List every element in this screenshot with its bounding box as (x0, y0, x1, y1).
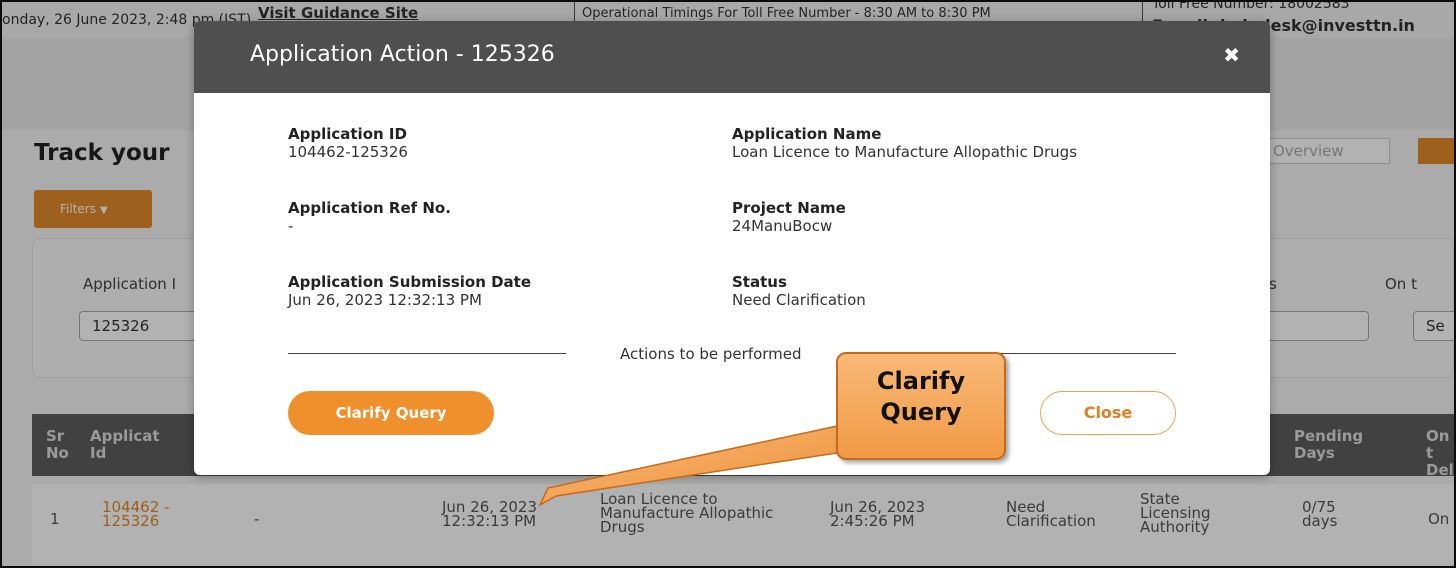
field-application-id: Application ID 104462-125326 (288, 125, 408, 162)
callout-box: Clarify Query (836, 352, 1006, 460)
field-label: Project Name (732, 199, 846, 217)
field-project-name: Project Name 24ManuBocw (732, 199, 846, 236)
modal-title: Application Action - 125326 (250, 42, 555, 67)
actions-divider-left (288, 353, 566, 354)
field-value: Loan Licence to Manufacture Allopathic D… (732, 143, 1078, 161)
close-button[interactable]: Close (1040, 391, 1176, 435)
field-value: 24ManuBocw (732, 217, 833, 235)
application-action-modal: Application Action - 125326 ✖ Applicatio… (194, 21, 1270, 475)
field-value: Jun 26, 2023 12:32:13 PM (288, 291, 482, 309)
field-value: 104462-125326 (288, 143, 408, 161)
field-status: Status Need Clarification (732, 273, 866, 310)
field-submission-date: Application Submission Date Jun 26, 2023… (288, 273, 531, 310)
close-icon[interactable]: ✖ (1223, 43, 1240, 67)
field-application-name: Application Name Loan Licence to Manufac… (732, 125, 1077, 162)
modal-header: Application Action - 125326 ✖ (194, 21, 1270, 93)
field-label: Application Submission Date (288, 273, 532, 291)
field-label: Application Name (732, 125, 882, 143)
actions-label: Actions to be performed (620, 345, 802, 363)
field-application-ref: Application Ref No. - (288, 199, 451, 236)
field-label: Application Ref No. (288, 199, 451, 217)
field-value: - (288, 217, 294, 235)
clarify-query-button[interactable]: Clarify Query (288, 391, 494, 435)
field-label: Application ID (288, 125, 407, 143)
callout-text: Clarify Query (876, 367, 966, 426)
field-label: Status (732, 273, 787, 291)
field-value: Need Clarification (732, 291, 866, 309)
